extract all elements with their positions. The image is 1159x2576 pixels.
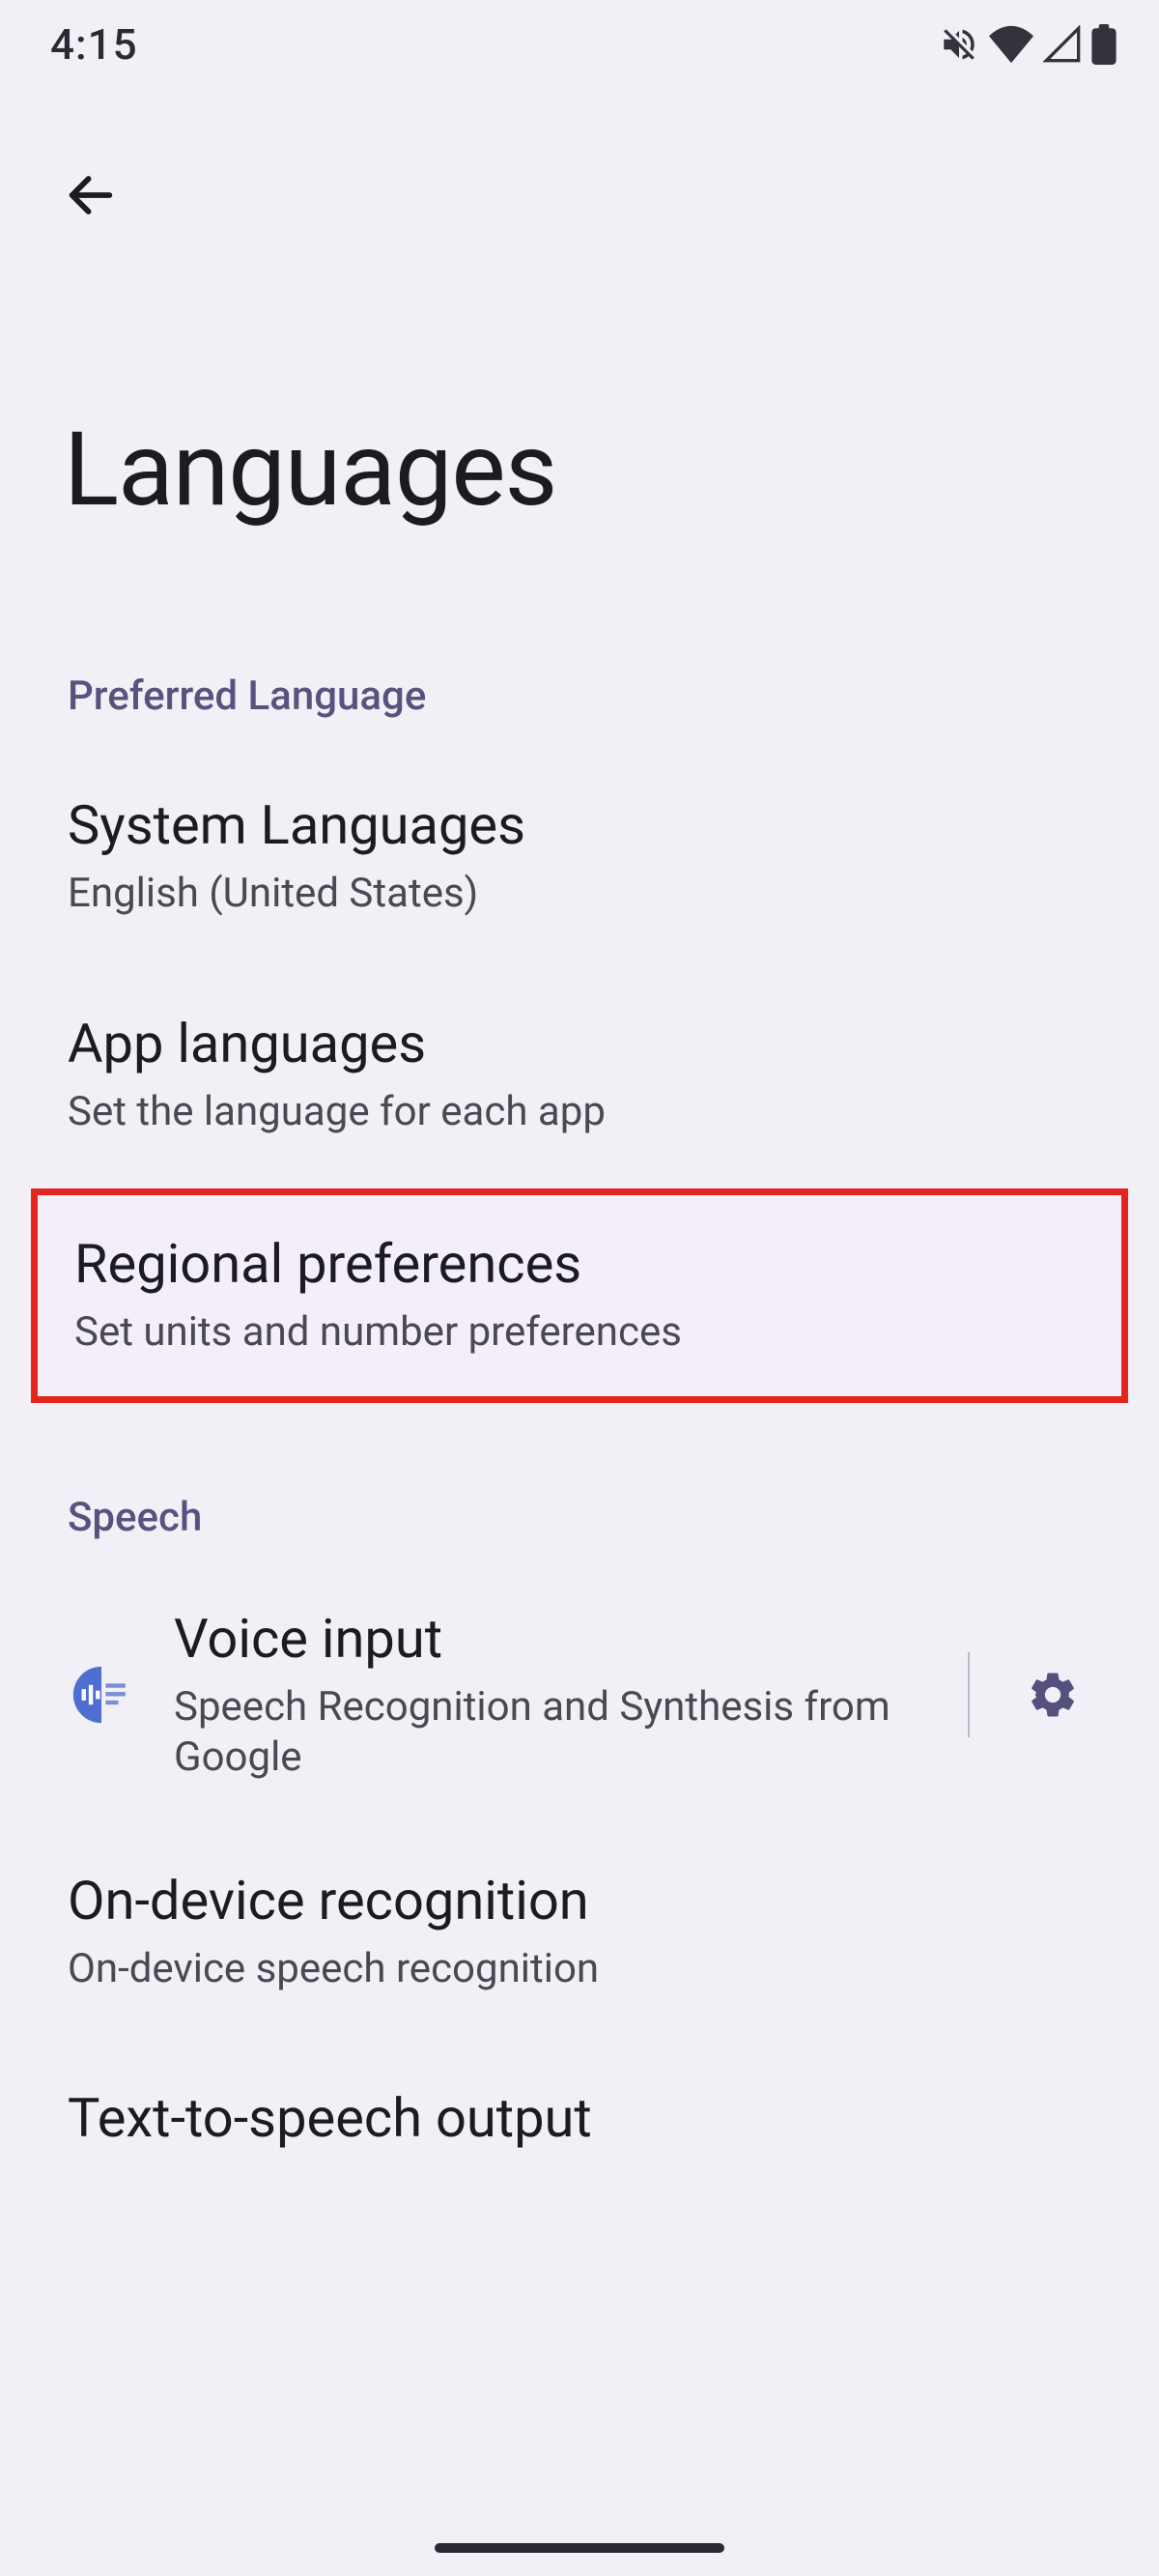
item-app-languages[interactable]: App languages Set the language for each … bbox=[0, 965, 1159, 1184]
app-bar bbox=[0, 89, 1159, 234]
item-on-device-recognition[interactable]: On-device recognition On-device speech r… bbox=[0, 1822, 1159, 2041]
section-header-preferred: Preferred Language bbox=[0, 587, 1159, 747]
gear-icon bbox=[1026, 1668, 1080, 1722]
status-bar: 4:15 bbox=[0, 0, 1159, 89]
page-title: Languages bbox=[0, 234, 1159, 587]
mute-icon bbox=[939, 24, 979, 65]
status-icons bbox=[939, 24, 1117, 65]
back-arrow-icon bbox=[63, 167, 119, 223]
item-text-to-speech[interactable]: Text-to-speech output bbox=[0, 2040, 1159, 2197]
navigation-bar-indicator[interactable] bbox=[435, 2543, 724, 2553]
item-title: Regional preferences bbox=[74, 1232, 1085, 1297]
cellular-icon bbox=[1043, 25, 1082, 64]
item-voice-input[interactable]: Voice input Speech Recognition and Synth… bbox=[0, 1568, 1159, 1822]
item-subtitle: On-device speech recognition bbox=[68, 1945, 1091, 1993]
item-title: Text-to-speech output bbox=[68, 2086, 1091, 2151]
voice-input-text: Voice input Speech Recognition and Synth… bbox=[174, 1607, 933, 1784]
wifi-icon bbox=[989, 25, 1033, 64]
item-regional-preferences[interactable]: Regional preferences Set units and numbe… bbox=[31, 1188, 1128, 1403]
voice-input-icon bbox=[64, 1661, 139, 1729]
item-subtitle: Set units and number preferences bbox=[74, 1308, 1085, 1357]
item-title: On-device recognition bbox=[68, 1869, 1091, 1933]
back-button[interactable] bbox=[52, 157, 129, 234]
item-title: System Languages bbox=[68, 793, 1091, 858]
section-header-speech: Speech bbox=[0, 1409, 1159, 1568]
item-title: App languages bbox=[68, 1012, 1091, 1076]
item-subtitle: Speech Recognition and Synthesis from Go… bbox=[174, 1682, 908, 1784]
item-system-languages[interactable]: System Languages English (United States) bbox=[0, 747, 1159, 965]
status-time: 4:15 bbox=[50, 19, 138, 70]
voice-input-settings-button[interactable] bbox=[1004, 1646, 1101, 1743]
item-subtitle: English (United States) bbox=[68, 870, 1091, 918]
divider bbox=[968, 1652, 970, 1737]
battery-icon bbox=[1091, 24, 1117, 65]
item-subtitle: Set the language for each app bbox=[68, 1088, 1091, 1136]
item-title: Voice input bbox=[174, 1607, 914, 1671]
